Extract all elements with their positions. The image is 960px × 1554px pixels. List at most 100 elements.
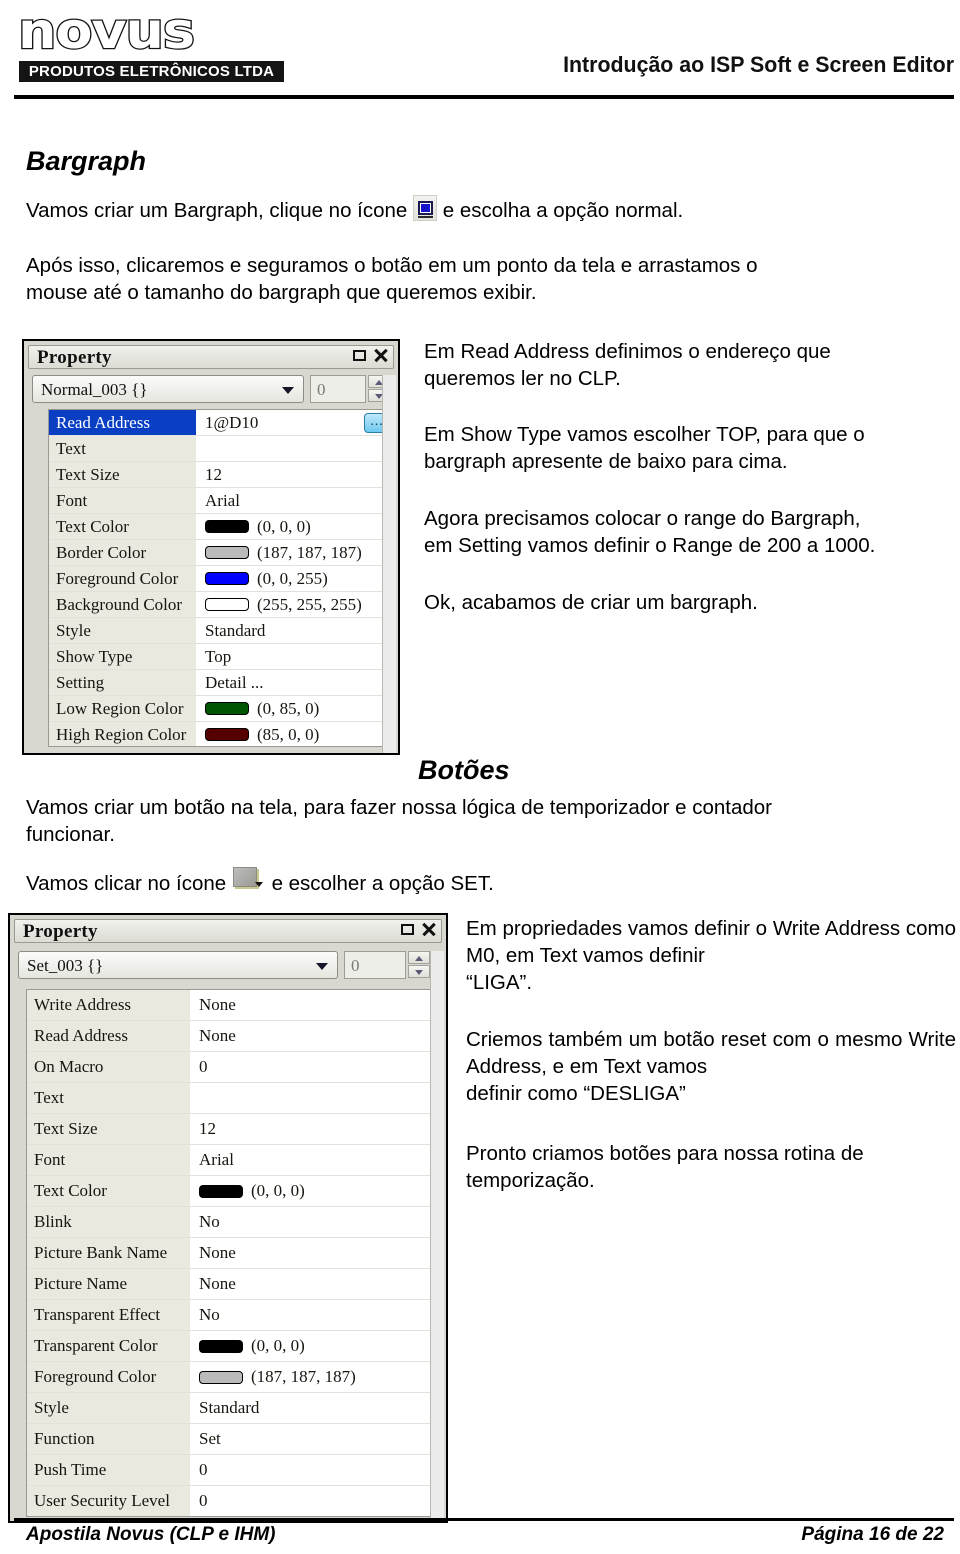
color-swatch[interactable] (199, 1184, 243, 1198)
property-row[interactable]: Text Size 12 (49, 462, 395, 488)
property-row[interactable]: User Security Level 0 (27, 1486, 433, 1516)
property-row[interactable]: Foreground Color (187, 187, 187) (27, 1362, 433, 1393)
chevron-down-icon[interactable] (282, 387, 294, 394)
property-value[interactable]: 12 (197, 462, 395, 487)
property-value[interactable]: No (191, 1300, 433, 1330)
panel2-window-buttons[interactable] (401, 922, 435, 937)
property-value[interactable]: 0 (191, 1052, 433, 1082)
property-row[interactable]: Read Address None (27, 1021, 433, 1052)
property-row[interactable]: Blink No (27, 1207, 433, 1238)
panel1-window-buttons[interactable] (353, 348, 387, 363)
property-value[interactable]: None (191, 1238, 433, 1268)
property-row[interactable]: Text Size 12 (27, 1114, 433, 1145)
property-row[interactable]: Setting Detail ... (49, 670, 395, 696)
bargraph-tool-icon[interactable] (413, 195, 438, 221)
panel1-scrollbar[interactable] (382, 375, 396, 753)
property-value[interactable]: Set (191, 1424, 433, 1454)
property-row[interactable]: Background Color (255, 255, 255) (49, 592, 395, 618)
property-value[interactable]: 0 (191, 1486, 433, 1516)
property-row[interactable]: Text (49, 436, 395, 462)
property-row[interactable]: Transparent Color (0, 0, 0) (27, 1331, 433, 1362)
property-row[interactable]: Transparent Effect No (27, 1300, 433, 1331)
property-row[interactable]: Style Standard (27, 1393, 433, 1424)
button-tool-icon[interactable] (232, 864, 266, 894)
spinner-up-icon[interactable] (408, 951, 430, 964)
property-panel-bargraph[interactable]: Property Normal_003 {} 0 Read Address 1@D… (22, 339, 400, 755)
property-row[interactable]: Text Color (0, 0, 0) (27, 1176, 433, 1207)
property-value[interactable]: (0, 85, 0) (197, 696, 395, 721)
property-row[interactable]: Function Set (27, 1424, 433, 1455)
property-value[interactable]: (0, 0, 255) (197, 566, 395, 591)
property-value[interactable]: 12 (191, 1114, 433, 1144)
maximize-icon[interactable] (353, 350, 366, 361)
property-value[interactable] (191, 1083, 433, 1113)
property-value[interactable]: (187, 187, 187) (197, 540, 395, 565)
property-value[interactable]: No (191, 1207, 433, 1237)
property-value[interactable]: None (191, 1021, 433, 1051)
panel2-spin-value[interactable]: 0 (344, 951, 406, 979)
panel1-object-select[interactable]: Normal_003 {} (32, 375, 304, 403)
close-icon[interactable] (421, 922, 435, 937)
property-value[interactable]: Standard (191, 1393, 433, 1423)
panel2-scrollbar[interactable] (430, 951, 444, 1521)
color-swatch[interactable] (205, 728, 249, 741)
panel1-property-grid[interactable]: Read Address 1@D10... Text Text Size 12 Font A… (48, 409, 396, 747)
color-swatch[interactable] (205, 520, 249, 533)
property-key: Transparent Color (27, 1331, 191, 1361)
color-swatch[interactable] (205, 572, 249, 585)
property-row[interactable]: Font Arial (49, 488, 395, 514)
property-value[interactable]: Standard (197, 618, 395, 643)
property-value[interactable]: (187, 187, 187) (191, 1362, 433, 1392)
property-value[interactable]: (85, 0, 0) (197, 722, 395, 746)
close-icon[interactable] (373, 348, 387, 363)
property-row[interactable]: Low Region Color (0, 85, 0) (49, 696, 395, 722)
color-swatch[interactable] (199, 1339, 243, 1353)
panel2-object-select[interactable]: Set_003 {} (18, 951, 338, 979)
chevron-down-icon[interactable] (316, 963, 328, 970)
property-row[interactable]: Text (27, 1083, 433, 1114)
property-value[interactable]: Arial (197, 488, 395, 513)
property-row[interactable]: Border Color (187, 187, 187) (49, 540, 395, 566)
property-key: On Macro (27, 1052, 191, 1082)
property-value[interactable]: 0 (191, 1455, 433, 1485)
color-swatch[interactable] (199, 1370, 243, 1384)
panel1-spin-value[interactable]: 0 (310, 375, 366, 403)
panel1-combobar[interactable]: Normal_003 {} 0 (32, 375, 392, 403)
panel2-property-grid[interactable]: Write Address None Read Address None On Macr… (26, 989, 434, 1517)
panel1-titlebar[interactable]: Property (28, 345, 394, 369)
property-row[interactable]: Style Standard (49, 618, 395, 644)
property-row[interactable]: Write Address None (27, 990, 433, 1021)
property-value[interactable]: Arial (191, 1145, 433, 1175)
property-value[interactable]: (255, 255, 255) (197, 592, 395, 617)
property-value[interactable]: Detail ... (197, 670, 395, 695)
r1-line2: queremos ler no CLP. (424, 367, 621, 390)
property-row[interactable]: Font Arial (27, 1145, 433, 1176)
color-swatch[interactable] (205, 598, 249, 611)
spinner-down-icon[interactable] (408, 965, 430, 978)
property-row[interactable]: Picture Name None (27, 1269, 433, 1300)
property-row[interactable]: Read Address 1@D10... (49, 410, 395, 436)
logo-wordmark: novus (17, 3, 307, 60)
property-row[interactable]: On Macro 0 (27, 1052, 433, 1083)
property-value-text: 0 (199, 1491, 208, 1510)
panel2-combobar[interactable]: Set_003 {} 0 (18, 951, 438, 979)
property-value[interactable]: None (191, 990, 433, 1020)
panel2-spinner[interactable] (408, 951, 430, 979)
color-swatch[interactable] (205, 546, 249, 559)
property-row[interactable]: Foreground Color (0, 0, 255) (49, 566, 395, 592)
property-value[interactable] (197, 436, 395, 461)
property-value[interactable]: Top (197, 644, 395, 669)
panel2-titlebar[interactable]: Property (14, 919, 442, 943)
property-row[interactable]: High Region Color (85, 0, 0) (49, 722, 395, 746)
property-row[interactable]: Push Time 0 (27, 1455, 433, 1486)
property-value[interactable]: (0, 0, 0) (191, 1176, 433, 1206)
property-value[interactable]: (0, 0, 0) (197, 514, 395, 539)
maximize-icon[interactable] (401, 924, 414, 935)
property-row[interactable]: Picture Bank Name None (27, 1238, 433, 1269)
property-panel-button[interactable]: Property Set_003 {} 0 Write Address None R… (8, 913, 448, 1523)
property-row[interactable]: Text Color (0, 0, 0) (49, 514, 395, 540)
property-value[interactable]: None (191, 1269, 433, 1299)
property-value[interactable]: (0, 0, 0) (191, 1331, 433, 1361)
property-row[interactable]: Show Type Top (49, 644, 395, 670)
color-swatch[interactable] (205, 702, 249, 715)
